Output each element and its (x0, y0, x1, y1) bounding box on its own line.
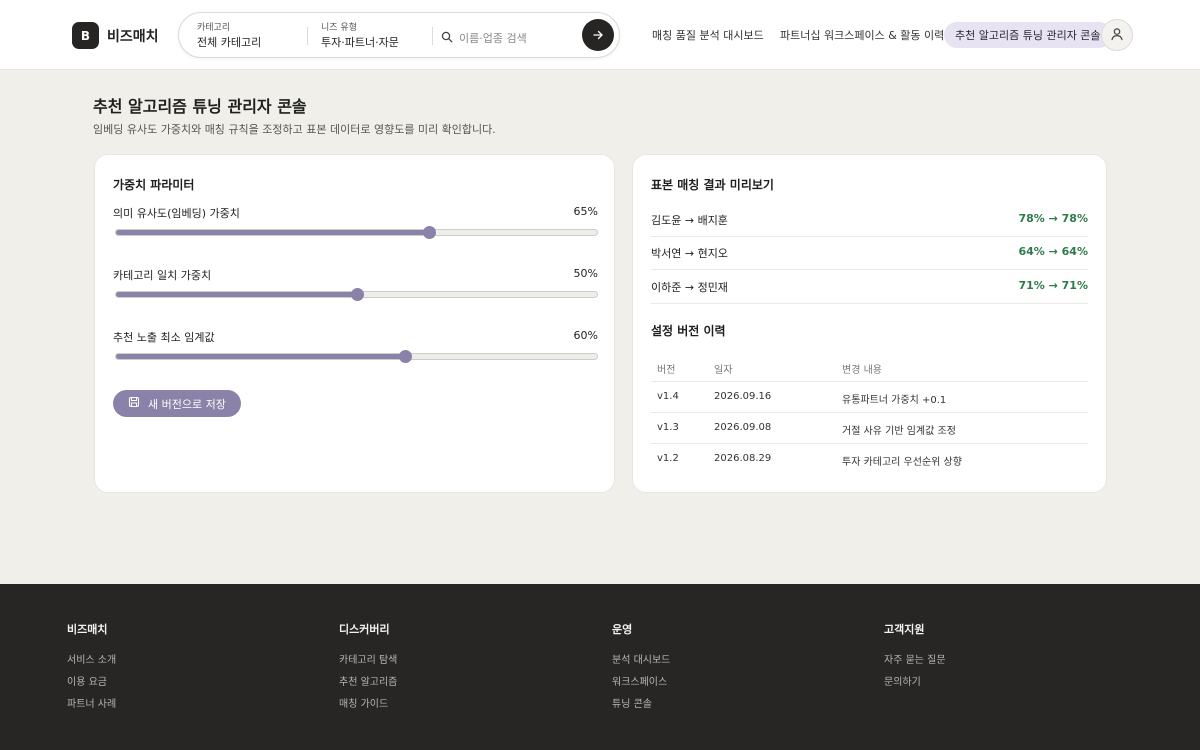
card-title: 표본 매칭 결과 미리보기 (651, 178, 774, 192)
search-divider (307, 27, 308, 45)
nav-partnership-workspace[interactable]: 파트너십 워크스페이스 & 활동 이력 (780, 22, 944, 48)
card-title: 가중치 파라미터 (113, 178, 195, 192)
save-icon (128, 396, 140, 411)
slider-track[interactable] (115, 288, 598, 301)
save-new-version-button[interactable]: 새 버전으로 저장 (113, 390, 241, 417)
column-header-changes: 변경 내용 (842, 365, 882, 376)
search-icon (441, 28, 453, 47)
version-cell: v1.3 (657, 422, 679, 433)
user-icon (1110, 26, 1124, 45)
footer-heading: 운영 (612, 623, 633, 636)
param-value: 65% (573, 205, 598, 218)
site-footer: 비즈매치 서비스 소개 이용 요금 파트너 사례 디스커버리 카테고리 탐색 추… (0, 584, 1200, 750)
footer-link[interactable]: 자주 묻는 질문 (884, 651, 946, 673)
change-cell: 거절 사유 기반 임계값 조정 (842, 426, 956, 437)
slider-fill (116, 354, 405, 359)
footer-column-support: 고객지원 자주 묻는 질문 문의하기 (884, 621, 946, 695)
footer-link[interactable]: 매칭 가이드 (339, 695, 397, 717)
param-value: 60% (573, 329, 598, 342)
page-title: 추천 알고리즘 튜닝 관리자 콘솔 (93, 97, 307, 116)
version-row[interactable]: v1.2 2026.08.29 투자 카테고리 우선순위 상향 (651, 444, 1088, 475)
footer-heading: 디스커버리 (339, 623, 390, 636)
sample-preview-card: 표본 매칭 결과 미리보기 김도윤 → 배지훈 78% → 78% 박서연 → … (632, 154, 1107, 493)
arrow-right-icon (592, 26, 604, 45)
footer-column-operations: 운영 분석 대시보드 워크스페이스 튜닝 콘솔 (612, 621, 670, 717)
match-row: 박서연 → 현지오 64% → 64% (651, 237, 1088, 270)
footer-link[interactable]: 문의하기 (884, 673, 946, 695)
footer-heading: 비즈매치 (67, 623, 108, 636)
match-pair: 이하준 → 정민재 (651, 281, 728, 294)
change-cell: 투자 카테고리 우선순위 상향 (842, 457, 962, 468)
need-type-label: 니즈 유형 (321, 23, 357, 33)
version-row[interactable]: v1.3 2026.09.08 거절 사유 기반 임계값 조정 (651, 413, 1088, 444)
column-header-date: 일자 (714, 365, 733, 376)
save-button-label: 새 버전으로 저장 (148, 397, 226, 411)
need-type-value: 투자·파트너·자문 (321, 36, 399, 49)
need-type-selector[interactable]: 니즈 유형 투자·파트너·자문 (321, 22, 399, 50)
date-cell: 2026.08.29 (714, 453, 772, 464)
version-row[interactable]: v1.4 2026.09.16 유통파트너 가중치 +0.1 (651, 382, 1088, 413)
date-cell: 2026.09.08 (714, 422, 772, 433)
category-selector[interactable]: 카테고리 전체 카테고리 (197, 22, 261, 50)
param-name: 추천 노출 최소 임계값 (113, 331, 215, 344)
match-score: 64% → 64% (1018, 245, 1088, 258)
brand-name: 비즈매치 (107, 28, 159, 45)
category-value: 전체 카테고리 (197, 36, 262, 49)
search-divider (432, 27, 433, 45)
logo-mark: B (72, 22, 99, 49)
page-description: 임베딩 유사도 가중치와 매칭 규칙을 조정하고 표본 데이터로 영향도를 미리… (93, 123, 496, 136)
user-menu-button[interactable] (1101, 19, 1133, 51)
match-score: 78% → 78% (1018, 212, 1088, 225)
footer-link[interactable]: 카테고리 탐색 (339, 651, 397, 673)
slider-thumb[interactable] (350, 288, 364, 301)
match-row: 김도윤 → 배지훈 78% → 78% (651, 204, 1088, 237)
slider-thumb[interactable] (398, 350, 412, 363)
search-submit-button[interactable] (582, 19, 614, 51)
search-input[interactable]: 이름·업종 검색 (441, 28, 527, 47)
footer-heading: 고객지원 (884, 623, 925, 636)
column-header-version: 버전 (657, 365, 676, 376)
match-pair: 박서연 → 현지오 (651, 247, 728, 260)
slider-track[interactable] (115, 350, 598, 363)
slider-fill (116, 230, 429, 235)
param-name: 카테고리 일치 가중치 (113, 269, 212, 282)
version-cell: v1.4 (657, 391, 679, 402)
top-header: B 비즈매치 카테고리 전체 카테고리 니즈 유형 투자·파트너·자문 이름·업… (0, 0, 1200, 70)
date-cell: 2026.09.16 (714, 391, 772, 402)
search-placeholder: 이름·업종 검색 (459, 31, 527, 45)
footer-link[interactable]: 추천 알고리즘 (339, 673, 397, 695)
match-pair: 김도윤 → 배지훈 (651, 214, 728, 227)
param-value: 50% (573, 267, 598, 280)
param-name: 의미 유사도(임베딩) 가중치 (113, 207, 240, 220)
footer-link[interactable]: 이용 요금 (67, 673, 116, 695)
footer-link[interactable]: 워크스페이스 (612, 673, 670, 695)
footer-link[interactable]: 파트너 사례 (67, 695, 116, 717)
version-cell: v1.2 (657, 453, 679, 464)
footer-link[interactable]: 분석 대시보드 (612, 651, 670, 673)
version-table-header: 버전 일자 변경 내용 (651, 352, 1088, 382)
footer-column-brand: 비즈매치 서비스 소개 이용 요금 파트너 사례 (67, 621, 116, 717)
nav-quality-dashboard[interactable]: 매칭 품질 분석 대시보드 (652, 22, 764, 48)
match-row: 이하준 → 정민재 71% → 71% (651, 271, 1088, 304)
slider-track[interactable] (115, 226, 598, 239)
category-label: 카테고리 (197, 23, 231, 33)
footer-column-discovery: 디스커버리 카테고리 탐색 추천 알고리즘 매칭 가이드 (339, 621, 397, 717)
weight-parameters-card: 가중치 파라미터 의미 유사도(임베딩) 가중치 65% 카테고리 일치 가중치… (94, 154, 615, 493)
search-bar: 카테고리 전체 카테고리 니즈 유형 투자·파트너·자문 이름·업종 검색 (178, 12, 620, 58)
slider-thumb[interactable] (422, 226, 436, 239)
change-cell: 유통파트너 가중치 +0.1 (842, 395, 947, 406)
match-score: 71% → 71% (1018, 279, 1088, 292)
brand-logo[interactable]: B 비즈매치 (72, 22, 159, 49)
slider-fill (116, 292, 357, 297)
footer-link[interactable]: 서비스 소개 (67, 651, 116, 673)
nav-tuning-console[interactable]: 추천 알고리즘 튜닝 관리자 콘솔 (944, 22, 1112, 48)
footer-link[interactable]: 튜닝 콘솔 (612, 695, 670, 717)
version-history-title: 설정 버전 이력 (651, 324, 726, 338)
